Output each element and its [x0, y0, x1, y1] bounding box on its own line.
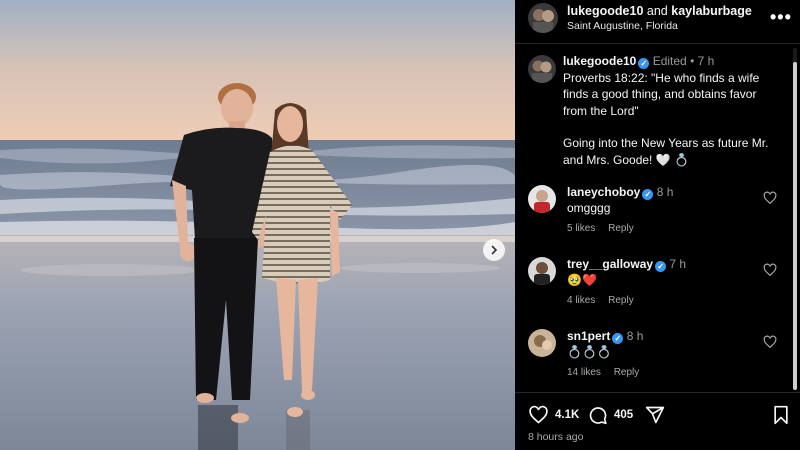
heart-icon[interactable] [763, 191, 777, 205]
comment-age: 8 h [656, 185, 674, 199]
post-age: 7 h [697, 54, 715, 68]
comment-username[interactable]: sn1pert [567, 329, 610, 343]
verified-icon: ✓ [612, 333, 624, 344]
heart-icon[interactable] [763, 263, 777, 277]
comment-meta: 14 likes Reply [567, 367, 649, 378]
avatar[interactable] [528, 257, 556, 285]
collab-usernames: lukegoode10 and kaylaburbage [567, 4, 752, 18]
more-icon[interactable]: ••• [770, 7, 792, 28]
comment-likes[interactable]: 14 likes [567, 367, 601, 378]
bookmark-icon[interactable] [772, 405, 790, 425]
reply-button[interactable]: Reply [608, 223, 634, 234]
reply-button[interactable]: Reply [608, 295, 634, 306]
verified-icon: ✓ [655, 261, 667, 272]
post-photo[interactable] [0, 0, 515, 450]
reply-button[interactable]: Reply [614, 367, 640, 378]
caption-text: Proverbs 18:22: "He who finds a wife fin… [563, 70, 760, 118]
comment-likes[interactable]: 5 likes [567, 223, 595, 234]
comment-item: laneychoboy ✓ 8 h omgggg 5 likes Reply [515, 185, 795, 255]
avatar[interactable] [528, 329, 556, 357]
comment-item: trey__galloway ✓ 7 h 🥹❤️ 4 likes Reply [515, 257, 795, 327]
comments-scroll-area[interactable]: lukegoode10 ✓ Edited • 7 h Proverbs 18:22… [515, 45, 795, 390]
scrollbar[interactable] [792, 48, 798, 390]
comments-count[interactable]: 405 [614, 409, 633, 421]
comment-button[interactable]: 405 [587, 405, 633, 425]
comment-header: laneychoboy ✓ 8 h [567, 185, 673, 200]
heart-icon [529, 405, 548, 424]
verified-icon: ✓ [638, 58, 650, 69]
beach-couple-photo [0, 0, 515, 450]
comment-text: omgggg [567, 201, 611, 215]
likes-count[interactable]: 4.1K [555, 409, 579, 421]
comment-text: 💍💍💍 [567, 345, 612, 359]
heart-icon[interactable] [763, 335, 777, 349]
post-timestamp: 8 hours ago [528, 431, 584, 443]
chevron-right-icon [491, 245, 498, 255]
username-link[interactable]: lukegoode10 [567, 4, 643, 18]
comment-likes[interactable]: 4 likes [567, 295, 595, 306]
username-link[interactable]: kaylaburbage [671, 4, 752, 18]
next-photo-button[interactable] [483, 239, 505, 261]
comment-age: 7 h [669, 257, 687, 271]
scrollbar-thumb[interactable] [793, 62, 797, 390]
comment-username[interactable]: laneychoboy [567, 185, 640, 199]
post-header: lukegoode10 and kaylaburbage Saint Augus… [515, 0, 800, 44]
avatar[interactable] [528, 55, 556, 83]
comment-item: sn1pert ✓ 8 h 💍💍💍 14 likes Reply [515, 329, 795, 390]
separator-dot: • [690, 54, 695, 68]
caption-username[interactable]: lukegoode10 [563, 54, 636, 68]
like-button[interactable]: 4.1K [528, 405, 579, 425]
collab-joiner: and [646, 4, 668, 18]
comment-username[interactable]: trey__galloway [567, 257, 653, 271]
share-icon[interactable] [645, 405, 665, 425]
avatar[interactable] [528, 185, 556, 213]
location-link[interactable]: Saint Augustine, Florida [567, 20, 678, 32]
caption-text: Going into the New Years as future Mr. a… [563, 136, 769, 167]
comment-meta: 4 likes Reply [567, 295, 644, 306]
verified-icon: ✓ [642, 189, 654, 200]
comment-age: 8 h [626, 329, 644, 343]
comment-text: 🥹❤️ [567, 273, 597, 287]
comment-header: trey__galloway ✓ 7 h [567, 257, 686, 272]
post-caption: lukegoode10 ✓ Edited • 7 h Proverbs 18:22… [563, 53, 783, 168]
comment-icon [589, 407, 607, 425]
avatar[interactable] [528, 3, 558, 33]
comment-meta: 5 likes Reply [567, 223, 644, 234]
post-side-panel: lukegoode10 and kaylaburbage Saint Augus… [515, 0, 800, 450]
edited-label: Edited [652, 54, 687, 68]
comment-header: sn1pert ✓ 8 h [567, 329, 643, 344]
post-actions: 4.1K 405 8 hours ago [515, 392, 800, 450]
